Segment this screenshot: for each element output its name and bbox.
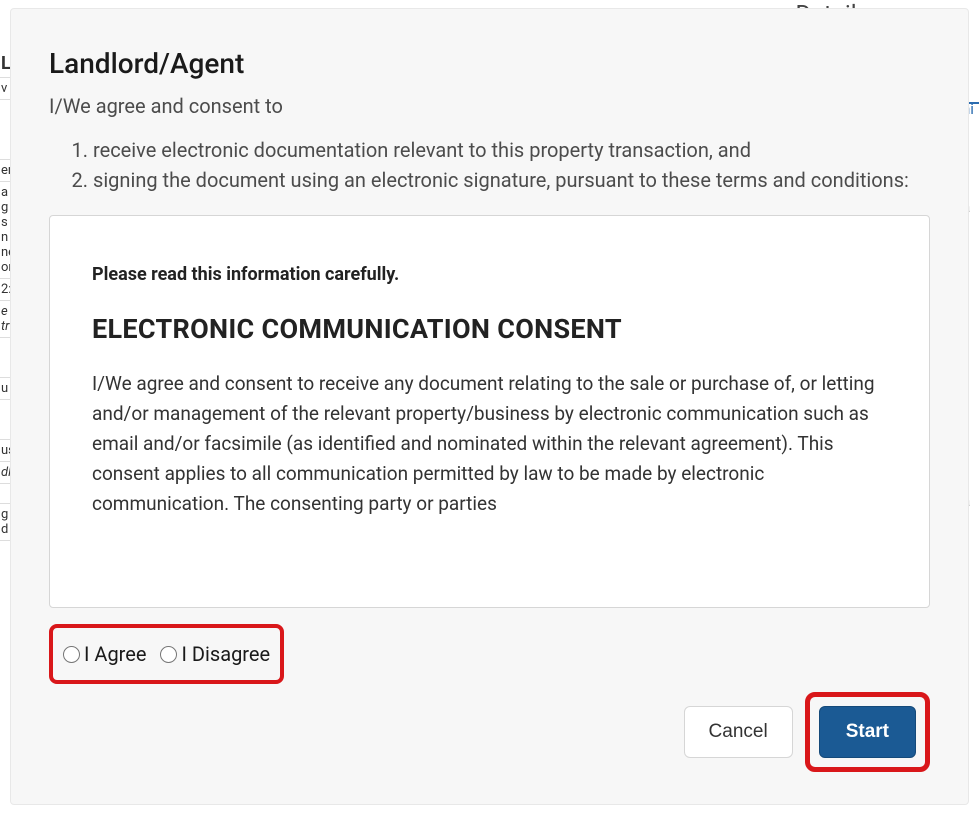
modal-subtitle: I/We agree and consent to bbox=[49, 94, 930, 118]
disagree-text: I Disagree bbox=[181, 642, 270, 666]
modal-title: Landlord/Agent bbox=[49, 47, 930, 80]
start-highlight: Start bbox=[805, 692, 930, 772]
agree-radio[interactable] bbox=[63, 646, 80, 663]
agree-label[interactable]: I Agree bbox=[63, 642, 146, 666]
terms-body: I/We agree and consent to receive any do… bbox=[92, 369, 887, 519]
disagree-label[interactable]: I Disagree bbox=[160, 642, 270, 666]
modal-footer: Cancel Start bbox=[49, 692, 930, 772]
disagree-radio[interactable] bbox=[160, 646, 177, 663]
terms-heading: ELECTRONIC COMMUNICATION CONSENT bbox=[92, 313, 887, 345]
terms-intro: Please read this information carefully. bbox=[92, 264, 887, 285]
consent-radio-group: I Agree I Disagree bbox=[49, 624, 284, 684]
terms-scroll-box[interactable]: Please read this information carefully. … bbox=[49, 215, 930, 608]
agree-text: I Agree bbox=[84, 642, 146, 666]
consent-list-item: receive electronic documentation relevan… bbox=[93, 136, 930, 166]
consent-list-item: signing the document using an electronic… bbox=[93, 166, 930, 196]
consent-list: receive electronic documentation relevan… bbox=[49, 136, 930, 195]
cancel-button[interactable]: Cancel bbox=[684, 706, 793, 758]
consent-modal: Landlord/Agent I/We agree and consent to… bbox=[10, 8, 969, 805]
start-button[interactable]: Start bbox=[819, 706, 916, 758]
